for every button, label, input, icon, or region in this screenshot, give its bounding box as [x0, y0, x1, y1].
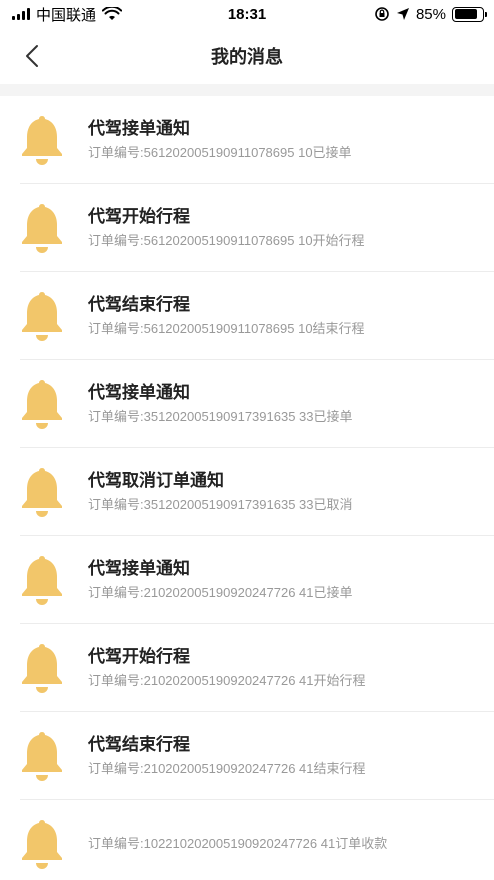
status-bar: 中国联通 18:31 85%	[0, 0, 494, 28]
message-text: 代驾接单通知 订单编号:210202005190920247726 41已接单	[88, 558, 353, 602]
message-text: 代驾结束行程 订单编号:210202005190920247726 41结束行程	[88, 734, 366, 778]
message-body: 订单编号:351202005190917391635 33已接单	[88, 409, 353, 424]
message-title: 代驾开始行程	[88, 207, 190, 226]
message-title: 代驾接单通知	[88, 119, 190, 138]
message-body: 订单编号:351202005190917391635 33已取消	[88, 497, 353, 512]
carrier-label: 中国联通	[36, 6, 97, 24]
back-button[interactable]	[14, 38, 50, 74]
message-body: 订单编号:561202005190911078695 10已接单	[88, 145, 352, 160]
message-title: 代驾结束行程	[88, 295, 190, 314]
wifi-icon	[102, 7, 123, 20]
message-list: 代驾接单通知 订单编号:561202005190911078695 10已接单 …	[0, 96, 494, 880]
chevron-left-icon	[26, 45, 38, 67]
location-arrow-icon	[396, 8, 409, 20]
message-item[interactable]: 代驾取消订单通知 订单编号:351202005190917391635 33已取…	[0, 448, 494, 536]
signal-icon	[12, 8, 30, 20]
message-text: 代驾接单通知 订单编号:351202005190917391635 33已接单	[88, 382, 353, 426]
message-body: 订单编号:210202005190920247726 41已接单	[88, 585, 353, 600]
message-body: 订单编号:561202005190911078695 10结束行程	[88, 321, 365, 336]
bell-icon	[22, 468, 62, 517]
message-item[interactable]: 代驾接单通知 订单编号:561202005190911078695 10已接单	[0, 96, 494, 184]
message-title: 代驾接单通知	[88, 559, 190, 578]
message-item[interactable]: 代驾结束行程 订单编号:561202005190911078695 10结束行程	[0, 272, 494, 360]
message-text: 代驾开始行程 订单编号:561202005190911078695 10开始行程	[88, 206, 365, 250]
message-item[interactable]: 代驾结束行程 订单编号:210202005190920247726 41结束行程	[0, 712, 494, 800]
message-title: 代驾开始行程	[88, 647, 190, 666]
bell-icon	[22, 116, 62, 165]
message-title: 代驾接单通知	[88, 383, 190, 402]
battery-percent: 85%	[415, 5, 446, 23]
message-text: 订单编号:102210202005190920247726 41订单收款	[88, 835, 387, 853]
page-title: 我的消息	[211, 47, 283, 67]
message-item[interactable]: 代驾开始行程 订单编号:561202005190911078695 10开始行程	[0, 184, 494, 272]
message-text: 代驾结束行程 订单编号:561202005190911078695 10结束行程	[88, 294, 365, 338]
message-text: 代驾开始行程 订单编号:210202005190920247726 41开始行程	[88, 646, 366, 690]
status-left: 中国联通	[12, 4, 123, 25]
battery-fill	[454, 9, 478, 19]
bell-icon	[22, 556, 62, 605]
header-separator	[0, 84, 494, 96]
message-item[interactable]: 订单编号:102210202005190920247726 41订单收款	[0, 800, 494, 880]
message-item[interactable]: 代驾开始行程 订单编号:210202005190920247726 41开始行程	[0, 624, 494, 712]
message-body: 订单编号:210202005190920247726 41开始行程	[88, 673, 366, 688]
bell-icon	[22, 820, 62, 869]
message-item[interactable]: 代驾接单通知 订单编号:210202005190920247726 41已接单	[0, 536, 494, 624]
message-body: 订单编号:210202005190920247726 41结束行程	[88, 761, 366, 776]
bell-icon	[22, 292, 62, 341]
bell-icon	[22, 204, 62, 253]
bell-icon	[22, 732, 62, 781]
message-text: 代驾接单通知 订单编号:561202005190911078695 10已接单	[88, 118, 352, 162]
status-right: 85%	[374, 5, 487, 23]
message-text: 代驾取消订单通知 订单编号:351202005190917391635 33已取…	[88, 470, 353, 514]
message-body: 订单编号:561202005190911078695 10开始行程	[88, 233, 365, 248]
orientation-lock-icon	[375, 7, 389, 21]
message-title: 代驾结束行程	[88, 735, 190, 754]
message-title: 代驾取消订单通知	[88, 471, 224, 490]
message-body: 订单编号:102210202005190920247726 41订单收款	[88, 836, 388, 851]
battery-icon	[452, 6, 487, 22]
bell-icon	[22, 644, 62, 693]
nav-bar: 我的消息	[0, 28, 494, 84]
bell-icon	[22, 380, 62, 429]
message-item[interactable]: 代驾接单通知 订单编号:351202005190917391635 33已接单	[0, 360, 494, 448]
